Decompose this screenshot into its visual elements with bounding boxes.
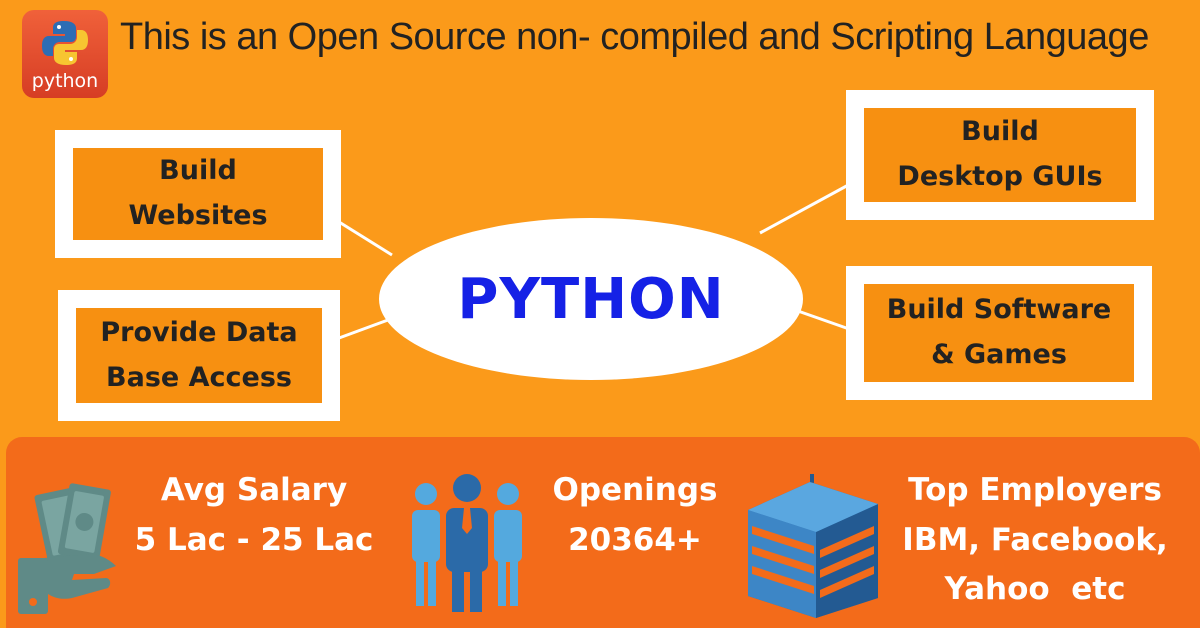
box-data-access-line2: Base Access	[106, 361, 292, 393]
people-icon	[412, 474, 522, 612]
box-build-websites-inner: Build Websites	[73, 148, 323, 240]
stat-openings-line1: Openings	[552, 472, 718, 508]
center-node: PYTHON	[379, 218, 803, 380]
money-hand-icon	[18, 483, 116, 614]
box-software-games-inner: Build Software & Games	[864, 284, 1134, 382]
stat-employers-line2: IBM, Facebook,	[902, 521, 1168, 558]
building-icon	[748, 474, 878, 618]
box-build-websites-line1: Build	[159, 155, 237, 187]
box-data-access-line1: Provide Data	[100, 316, 298, 348]
box-software-games-line1: Build Software	[886, 294, 1112, 326]
stat-salary: Avg Salary 5 Lac - 25 Lac	[124, 466, 384, 565]
stat-openings-line2: 20364+	[568, 521, 702, 558]
stat-openings: Openings 20364+	[526, 466, 744, 565]
stat-salary-line2: 5 Lac - 25 Lac	[134, 521, 374, 558]
stat-employers-line1: Top Employers	[908, 472, 1162, 508]
box-desktop-guis-inner: Build Desktop GUIs	[864, 108, 1136, 202]
box-data-access-inner: Provide Data Base Access	[76, 308, 322, 403]
box-build-websites-line2: Websites	[128, 200, 268, 231]
center-label: PYTHON	[457, 266, 725, 332]
box-desktop-guis-line1: Build	[961, 116, 1039, 148]
box-software-games-line2: & Games	[931, 339, 1067, 370]
box-desktop-guis-line2: Desktop GUIs	[897, 161, 1103, 192]
stat-employers: Top Employers IBM, Facebook, Yahoo etc	[880, 466, 1190, 615]
stat-salary-line1: Avg Salary	[160, 472, 348, 508]
stat-employers-line3: Yahoo etc	[944, 571, 1126, 608]
connector-top-right	[759, 181, 853, 235]
